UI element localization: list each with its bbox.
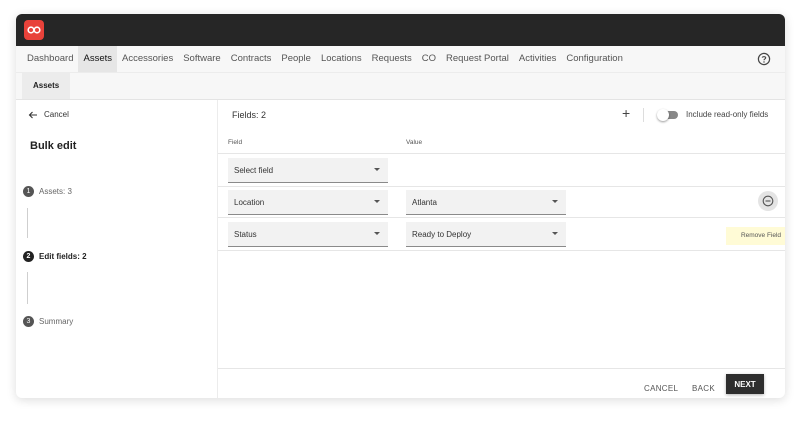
back-button[interactable]: BACK	[692, 384, 715, 393]
chevron-down-icon	[552, 200, 558, 203]
nav-item-people[interactable]: People	[276, 46, 316, 72]
remove-field-button[interactable]	[758, 191, 778, 211]
nav-item-request-portal[interactable]: Request Portal	[441, 46, 514, 72]
sub-nav: Assets	[16, 73, 785, 100]
fields-count: Fields: 2	[232, 110, 267, 120]
nav-item-locations[interactable]: Locations	[316, 46, 367, 72]
page-title: Bulk edit	[30, 140, 77, 152]
tab-assets[interactable]: Assets	[22, 73, 71, 99]
top-bar	[16, 14, 785, 46]
app-window: Dashboard Assets Accessories Software Co…	[16, 14, 785, 398]
step-number: 2	[23, 251, 34, 262]
cancel-button[interactable]: CANCEL	[644, 384, 678, 393]
chevron-down-icon	[374, 232, 380, 235]
step-assets[interactable]: 1 Assets: 3	[23, 186, 72, 197]
infinity-logo-icon	[27, 26, 41, 34]
chevron-down-icon	[374, 200, 380, 203]
chevron-down-icon	[552, 232, 558, 235]
step-edit-fields[interactable]: 2 Edit fields: 2	[23, 251, 87, 262]
toggle-knob	[657, 109, 669, 121]
row-divider	[218, 186, 785, 187]
row-divider	[218, 153, 785, 154]
step-connector	[27, 272, 28, 304]
minus-circle-icon	[762, 195, 774, 207]
step-number: 1	[23, 186, 34, 197]
step-label: Edit fields: 2	[39, 252, 87, 261]
chevron-down-icon	[374, 168, 380, 171]
field-value: Ready to Deploy	[412, 230, 472, 239]
select-field-dropdown[interactable]: Select field	[228, 158, 388, 183]
row-divider	[218, 217, 785, 218]
main-nav: Dashboard Assets Accessories Software Co…	[16, 46, 785, 73]
nav-item-dashboard[interactable]: Dashboard	[22, 46, 78, 72]
arrow-left-icon	[28, 111, 37, 118]
value-dropdown-status[interactable]: Ready to Deploy	[406, 222, 566, 247]
read-only-toggle[interactable]	[657, 109, 678, 121]
next-button[interactable]: NEXT	[726, 374, 764, 394]
column-header-field: Field	[228, 139, 243, 146]
read-only-toggle-label: Include read-only fields	[686, 110, 769, 119]
nav-item-configuration[interactable]: Configuration	[561, 46, 628, 72]
column-header-value: Value	[406, 139, 423, 146]
step-connector	[27, 208, 28, 238]
row-divider	[218, 250, 785, 251]
step-number: 3	[23, 316, 34, 327]
nav-item-activities[interactable]: Activities	[514, 46, 561, 72]
divider	[643, 108, 644, 122]
help-icon[interactable]	[757, 52, 771, 66]
nav-item-co[interactable]: CO	[417, 46, 441, 72]
field-name: Location	[234, 198, 265, 207]
app-logo[interactable]	[24, 20, 44, 40]
nav-item-accessories[interactable]: Accessories	[117, 46, 178, 72]
value-dropdown-location[interactable]: Atlanta	[406, 190, 566, 215]
remove-field-tooltip: Remove Field	[726, 227, 785, 245]
select-field-placeholder: Select field	[234, 166, 274, 175]
add-field-button[interactable]: +	[622, 106, 630, 120]
cancel-link[interactable]: Cancel	[28, 110, 69, 119]
nav-item-requests[interactable]: Requests	[367, 46, 417, 72]
field-dropdown-status[interactable]: Status	[228, 222, 388, 247]
main-content: Cancel Bulk edit 1 Assets: 3 2 Edit fiel…	[16, 100, 785, 398]
step-label: Assets: 3	[39, 187, 72, 196]
step-summary[interactable]: 3 Summary	[23, 316, 73, 327]
cancel-label: Cancel	[44, 110, 69, 119]
wizard-sidebar: Cancel Bulk edit 1 Assets: 3 2 Edit fiel…	[16, 100, 218, 398]
field-name: Status	[234, 230, 257, 239]
footer-divider	[218, 368, 785, 369]
step-label: Summary	[39, 317, 74, 326]
nav-item-assets[interactable]: Assets	[78, 46, 117, 72]
field-value: Atlanta	[412, 198, 437, 207]
field-dropdown-location[interactable]: Location	[228, 190, 388, 215]
nav-item-contracts[interactable]: Contracts	[226, 46, 277, 72]
nav-item-software[interactable]: Software	[178, 46, 226, 72]
fields-panel: Fields: 2 + Include read-only fields Fie…	[218, 100, 785, 398]
